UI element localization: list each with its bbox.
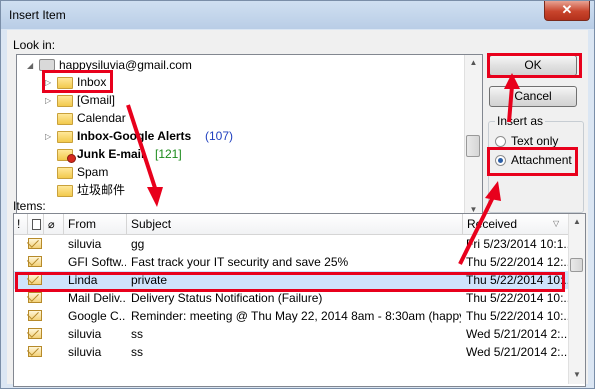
- folder-icon: [57, 131, 73, 143]
- folder-icon: [57, 185, 73, 197]
- insert-as-label: Insert as: [495, 114, 546, 128]
- row-subject: private: [131, 273, 168, 287]
- table-row[interactable]: siluvia gg Fri 5/23/2014 10:1...: [14, 235, 570, 253]
- envelope-icon: [28, 274, 42, 285]
- received-column-header[interactable]: Received ▽: [463, 214, 570, 234]
- item-count: [121]: [155, 147, 182, 161]
- table-row[interactable]: Google C... Reminder: meeting @ Thu May …: [14, 307, 570, 325]
- inbox-folder-icon: [57, 77, 73, 89]
- expand-icon[interactable]: ▷: [45, 128, 51, 145]
- subject-column-header[interactable]: Subject: [127, 214, 463, 234]
- cancel-button[interactable]: Cancel: [489, 86, 577, 107]
- row-received: Thu 5/22/2014 10:...: [466, 273, 570, 287]
- row-from: siluvia: [68, 345, 102, 359]
- attachment-option[interactable]: Attachment: [495, 153, 580, 169]
- expand-icon[interactable]: ▷: [45, 74, 51, 91]
- item-type-column-header[interactable]: [28, 214, 44, 234]
- scroll-thumb[interactable]: [466, 135, 480, 157]
- paperclip-icon: ⌀: [48, 219, 55, 231]
- scroll-down-icon[interactable]: ▼: [569, 367, 585, 383]
- tree-label: Calendar: [77, 111, 126, 125]
- folder-icon: [57, 167, 73, 179]
- row-subject: Fast track your IT security and save 25%: [131, 255, 349, 269]
- envelope-icon: [28, 256, 42, 267]
- row-received: Wed 5/21/2014 2:...: [466, 345, 570, 359]
- row-subject: Delivery Status Notification (Failure): [131, 291, 323, 305]
- tree-scrollbar[interactable]: ▲ ▼: [464, 55, 482, 219]
- attachment-column-header[interactable]: ⌀: [44, 214, 64, 234]
- row-subject: ss: [131, 327, 143, 341]
- row-from: Google C...: [68, 309, 126, 323]
- dialog-body: Look in: ◢ happysiluvia@gmail.com ▷ Inbo…: [7, 30, 588, 387]
- table-row[interactable]: siluvia ss Wed 5/21/2014 2:...: [14, 325, 570, 343]
- envelope-icon: [28, 346, 42, 357]
- row-from: siluvia: [68, 237, 102, 251]
- row-received: Wed 5/21/2014 2:...: [466, 327, 570, 341]
- received-label: Received: [467, 217, 518, 231]
- from-column-header[interactable]: From: [64, 214, 127, 234]
- row-received: Thu 5/22/2014 10:...: [466, 291, 570, 305]
- items-list[interactable]: ! ⌀ From Subject Received ▽ siluvia gg F…: [13, 213, 586, 387]
- unread-count: (107): [205, 129, 234, 143]
- envelope-icon: [28, 310, 42, 321]
- scroll-thumb[interactable]: [570, 258, 583, 272]
- tree-label: 垃圾邮件: [77, 183, 126, 197]
- table-row[interactable]: GFI Softw... Fast track your IT security…: [14, 253, 570, 271]
- items-label: Items:: [13, 199, 46, 213]
- text-only-label: Text only: [511, 134, 559, 148]
- envelope-icon: [28, 328, 42, 339]
- row-received: Thu 5/22/2014 10:...: [466, 309, 570, 323]
- mailbox-icon: [39, 59, 55, 71]
- envelope-icon: [28, 292, 42, 303]
- tree-label: [Gmail]: [77, 93, 116, 107]
- tree-label: Inbox-Google Alerts: [77, 129, 192, 143]
- sort-arrow-icon: ▽: [553, 219, 560, 228]
- expand-icon[interactable]: ▷: [45, 92, 51, 109]
- row-from: GFI Softw...: [68, 255, 126, 269]
- row-received: Fri 5/23/2014 10:1...: [466, 237, 570, 251]
- table-row-selected[interactable]: Linda private Thu 5/22/2014 10:...: [14, 271, 570, 289]
- calendar-folder-icon: [57, 113, 73, 125]
- ok-button[interactable]: OK: [489, 55, 577, 76]
- attachment-radio[interactable]: [495, 155, 506, 166]
- folder-tree[interactable]: ◢ happysiluvia@gmail.com ▷ Inbox ▷ [Gmai…: [16, 54, 483, 220]
- envelope-icon: [28, 238, 42, 249]
- tree-label: Inbox: [77, 75, 107, 89]
- insert-item-dialog: Insert Item ✕ Look in: ◢ happysiluvia@gm…: [0, 0, 595, 389]
- importance-column-header[interactable]: !: [14, 214, 28, 234]
- scroll-up-icon[interactable]: ▲: [569, 214, 585, 230]
- scroll-up-icon[interactable]: ▲: [465, 55, 482, 71]
- text-only-radio[interactable]: [495, 136, 506, 147]
- row-from: Linda: [68, 273, 98, 287]
- look-in-label: Look in:: [13, 38, 56, 52]
- row-subject: ss: [131, 345, 143, 359]
- tree-label: Spam: [77, 165, 109, 179]
- table-row[interactable]: siluvia ss Wed 5/21/2014 2:...: [14, 343, 570, 361]
- window-title: Insert Item: [9, 8, 66, 22]
- list-header: ! ⌀ From Subject Received ▽: [14, 214, 570, 235]
- document-icon: [32, 219, 41, 230]
- title-bar: Insert Item ✕: [1, 1, 594, 29]
- tree-label: Junk E-mail: [77, 147, 145, 161]
- row-subject: gg: [131, 237, 145, 251]
- items-scrollbar[interactable]: ▲ ▼: [568, 214, 585, 384]
- close-button[interactable]: ✕: [544, 1, 590, 21]
- row-from: Mail Deliv...: [68, 291, 126, 305]
- table-row[interactable]: Mail Deliv... Delivery Status Notificati…: [14, 289, 570, 307]
- junk-badge-icon: [67, 154, 76, 163]
- collapse-icon[interactable]: ◢: [27, 57, 33, 74]
- tree-label: happysiluvia@gmail.com: [59, 58, 192, 72]
- attachment-label: Attachment: [511, 153, 572, 167]
- folder-icon: [57, 95, 73, 107]
- row-from: siluvia: [68, 327, 102, 341]
- row-subject: Reminder: meeting @ Thu May 22, 2014 8am…: [131, 309, 461, 323]
- row-received: Thu 5/22/2014 12:...: [466, 255, 570, 269]
- text-only-option[interactable]: Text only: [495, 134, 580, 150]
